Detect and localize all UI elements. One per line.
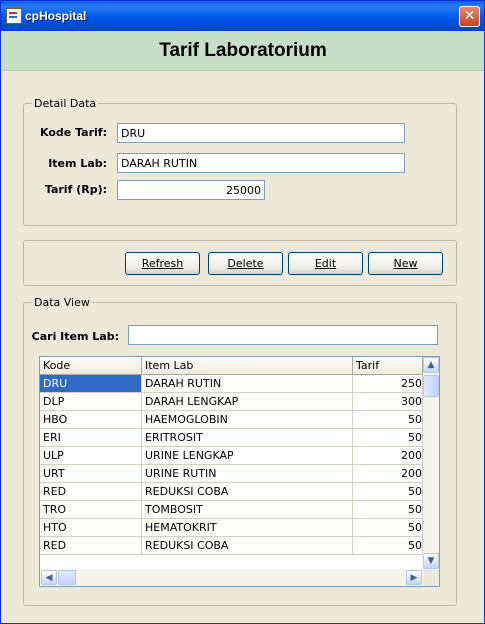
cell-kode[interactable]: HBO xyxy=(40,411,142,429)
table-row[interactable]: RED REDUKSI COBA 50 xyxy=(40,537,423,555)
table-row[interactable]: TRO TOMBOSIT 50 xyxy=(40,501,423,519)
cell-item-lab[interactable]: ERITROSIT xyxy=(142,429,353,447)
item-lab-field[interactable]: DARAH RUTIN xyxy=(117,153,405,173)
refresh-button[interactable]: Refresh xyxy=(125,252,200,275)
column-header-kode[interactable]: Kode xyxy=(40,357,142,375)
edit-button[interactable]: Edit xyxy=(288,252,363,275)
cell-tarif[interactable]: 250 xyxy=(353,375,423,393)
cell-kode[interactable]: TRO xyxy=(40,501,142,519)
data-view-legend: Data View xyxy=(32,296,92,309)
cell-tarif[interactable]: 200 xyxy=(353,465,423,483)
cell-item-lab[interactable]: REDUKSI COBA xyxy=(142,483,353,501)
cell-tarif[interactable]: 200 xyxy=(353,447,423,465)
column-header-item-lab[interactable]: Item Lab xyxy=(142,357,353,375)
cell-tarif[interactable]: 50 xyxy=(353,429,423,447)
table-row[interactable]: DRU DARAH RUTIN 250 xyxy=(40,375,423,393)
cell-kode[interactable]: HTO xyxy=(40,519,142,537)
search-label: Cari Item Lab: xyxy=(31,330,119,343)
table-row[interactable]: ERI ERITROSIT 50 xyxy=(40,429,423,447)
cell-tarif[interactable]: 50 xyxy=(353,483,423,501)
page-header: Tarif Laboratorium xyxy=(2,31,484,71)
detail-data-legend: Detail Data xyxy=(32,97,99,110)
close-button[interactable]: ✕ xyxy=(459,6,480,27)
table-row[interactable]: HTO HEMATOKRIT 50 xyxy=(40,519,423,537)
cell-item-lab[interactable]: REDUKSI COBA xyxy=(142,537,353,555)
kode-tarif-label: Kode Tarif: xyxy=(40,126,107,139)
cell-item-lab[interactable]: DARAH LENGKAP xyxy=(142,393,353,411)
table-row[interactable]: ULP URINE LENGKAP 200 xyxy=(40,447,423,465)
cell-tarif[interactable]: 50 xyxy=(353,501,423,519)
cell-tarif[interactable]: 50 xyxy=(353,519,423,537)
vertical-scroll-thumb[interactable] xyxy=(423,375,439,397)
cell-tarif[interactable]: 50 xyxy=(353,537,423,555)
kode-tarif-field[interactable]: DRU xyxy=(117,123,405,143)
cell-kode[interactable]: RED xyxy=(40,483,142,501)
column-header-tarif[interactable]: Tarif xyxy=(353,357,423,375)
scroll-left-icon[interactable]: ◀ xyxy=(41,570,57,585)
search-item-lab-input[interactable] xyxy=(128,325,438,345)
cell-kode[interactable]: ULP xyxy=(40,447,142,465)
scroll-down-icon[interactable]: ▼ xyxy=(423,553,439,569)
cell-item-lab[interactable]: URINE LENGKAP xyxy=(142,447,353,465)
app-window: cpHospital ✕ Tarif Laboratorium Detail D… xyxy=(0,0,485,624)
new-button[interactable]: New xyxy=(368,252,443,275)
tarif-field[interactable]: 25000 xyxy=(117,180,265,200)
table-row[interactable]: DLP DARAH LENGKAP 300 xyxy=(40,393,423,411)
cell-kode[interactable]: URT xyxy=(40,465,142,483)
delete-button[interactable]: Delete xyxy=(208,252,283,275)
data-grid[interactable]: Kode Item Lab Tarif DRU DARAH RUTIN 250 DLP… xyxy=(39,356,440,587)
horizontal-scroll-thumb[interactable] xyxy=(58,570,76,585)
item-lab-label: Item Lab: xyxy=(48,157,107,170)
cell-kode[interactable]: DRU xyxy=(40,375,142,393)
cell-item-lab[interactable]: URINE RUTIN xyxy=(142,465,353,483)
scroll-up-icon[interactable]: ▲ xyxy=(423,357,439,373)
cell-kode[interactable]: RED xyxy=(40,537,142,555)
scroll-right-icon[interactable]: ▶ xyxy=(406,570,422,585)
table-row[interactable]: RED REDUKSI COBA 50 xyxy=(40,483,423,501)
cell-item-lab[interactable]: DARAH RUTIN xyxy=(142,375,353,393)
page-title: Tarif Laboratorium xyxy=(159,40,327,61)
cell-kode[interactable]: DLP xyxy=(40,393,142,411)
table-row[interactable]: URT URINE RUTIN 200 xyxy=(40,465,423,483)
scroll-corner xyxy=(423,569,439,586)
window-title: cpHospital xyxy=(25,9,87,23)
table-row[interactable]: HBO HAEMOGLOBIN 50 xyxy=(40,411,423,429)
app-icon xyxy=(6,8,22,24)
cell-item-lab[interactable]: HAEMOGLOBIN xyxy=(142,411,353,429)
cell-tarif[interactable]: 50 xyxy=(353,411,423,429)
grid-header: Kode Item Lab Tarif xyxy=(40,357,423,375)
cell-tarif[interactable]: 300 xyxy=(353,393,423,411)
title-bar[interactable]: cpHospital ✕ xyxy=(1,1,484,31)
cell-item-lab[interactable]: HEMATOKRIT xyxy=(142,519,353,537)
cell-item-lab[interactable]: TOMBOSIT xyxy=(142,501,353,519)
cell-kode[interactable]: ERI xyxy=(40,429,142,447)
horizontal-scrollbar[interactable]: ◀ ▶ xyxy=(40,569,423,586)
vertical-scrollbar[interactable]: ▲ ▼ xyxy=(423,357,439,569)
tarif-label: Tarif (Rp): xyxy=(44,183,107,196)
